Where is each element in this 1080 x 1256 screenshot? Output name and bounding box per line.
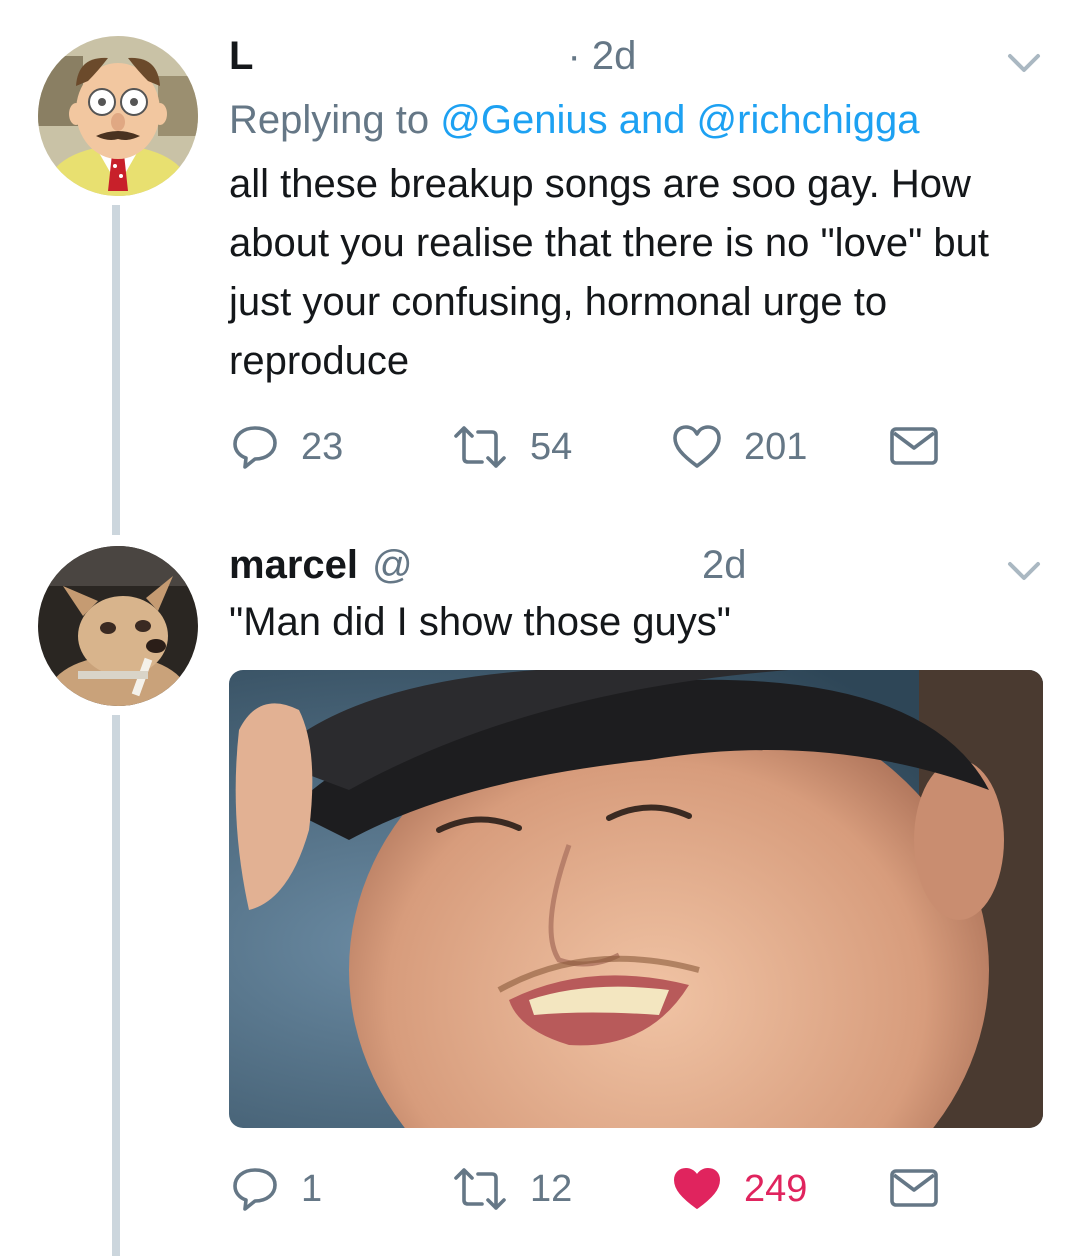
thread-line-2 — [112, 715, 120, 1256]
reply-icon — [233, 426, 277, 469]
retweet-icon — [454, 426, 506, 468]
replying-to-and: and — [607, 98, 697, 142]
reply-button[interactable]: 23 — [231, 424, 343, 470]
timestamp[interactable]: 2d — [702, 543, 747, 588]
thread-line-1 — [112, 205, 120, 535]
replying-to-label: Replying to — [229, 98, 441, 142]
like-button[interactable]: 249 — [672, 1166, 807, 1212]
retweet-count: 54 — [530, 425, 573, 468]
reply-icon — [233, 1168, 277, 1211]
tweet-header: L · 2d — [229, 34, 636, 79]
chevron-down-icon[interactable] — [1004, 558, 1044, 584]
replying-to: Replying to @Genius and @richchigga — [229, 98, 919, 143]
like-button[interactable]: 201 — [672, 424, 807, 470]
mention-link[interactable]: @richchigga — [697, 98, 920, 142]
chevron-down-icon[interactable] — [1004, 50, 1044, 76]
reply-count: 1 — [301, 1167, 323, 1210]
avatar[interactable] — [38, 36, 198, 196]
like-icon — [673, 425, 721, 468]
retweet-button[interactable]: 54 — [452, 424, 572, 470]
reply-button[interactable]: 1 — [231, 1166, 322, 1212]
display-name[interactable]: marcel — [229, 543, 358, 588]
retweet-count: 12 — [530, 1167, 573, 1210]
message-icon — [890, 427, 938, 465]
timestamp[interactable]: · 2d — [567, 34, 636, 79]
tweet-header: marcel @ 2d — [229, 543, 746, 588]
avatar[interactable] — [38, 546, 198, 706]
message-icon — [890, 1169, 938, 1207]
tweet-text: "Man did I show those guys" — [229, 600, 731, 644]
username[interactable]: @ — [372, 543, 702, 588]
display-name[interactable]: L — [229, 34, 253, 79]
retweet-button[interactable]: 12 — [452, 1166, 572, 1212]
message-button[interactable] — [889, 426, 939, 466]
reply-count: 23 — [301, 425, 344, 468]
tweet-photo[interactable] — [229, 670, 1043, 1128]
like-count: 249 — [744, 1167, 808, 1210]
retweet-icon — [454, 1168, 506, 1210]
tweet-text: all these breakup songs are soo gay. How… — [229, 162, 989, 383]
like-icon — [674, 1168, 720, 1209]
like-count: 201 — [744, 425, 808, 468]
mention-link[interactable]: @Genius — [440, 98, 607, 142]
message-button[interactable] — [889, 1168, 939, 1208]
